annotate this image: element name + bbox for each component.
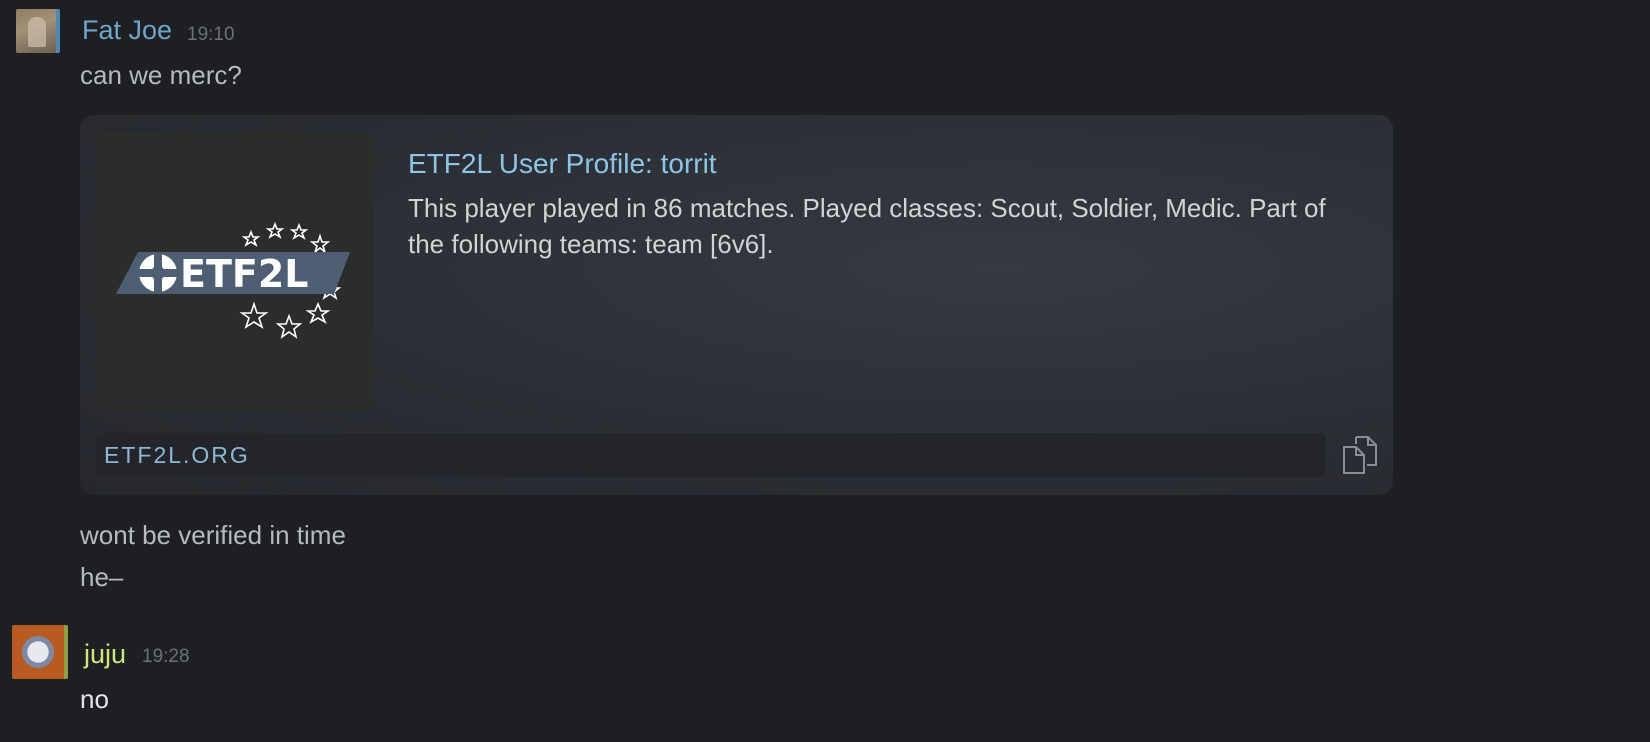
star-icon — [275, 313, 303, 339]
timestamp: 19:28 — [142, 646, 190, 667]
avatar-figure — [28, 17, 46, 47]
timestamp: 19:10 — [187, 24, 235, 45]
star-icon — [239, 301, 269, 329]
copy-icon[interactable] — [1340, 435, 1380, 475]
star-icon — [305, 301, 331, 324]
embed-domain[interactable]: ETF2L.ORG — [104, 442, 250, 469]
embed-thumbnail[interactable]: ETF2L — [96, 132, 374, 410]
star-icon — [265, 221, 285, 239]
message-text: he– — [80, 562, 124, 592]
chat-view: Fat Joe 19:10 can we merc? ETF2L ETF2L U… — [0, 0, 1650, 742]
avatar[interactable] — [12, 625, 68, 679]
star-icon — [309, 233, 331, 255]
message-text: no — [80, 684, 109, 714]
link-embed: ETF2L ETF2L User Profile: torrit This pl… — [80, 115, 1393, 495]
message-text: can we merc? — [80, 60, 242, 90]
username[interactable]: Fat Joe — [82, 15, 172, 46]
star-icon — [289, 222, 309, 240]
message-text: wont be verified in time — [80, 520, 346, 550]
logo-text: ETF2L — [180, 252, 309, 296]
star-icon — [241, 229, 261, 247]
username[interactable]: juju — [84, 639, 126, 670]
embed-title-link[interactable]: ETF2L User Profile: torrit — [408, 148, 717, 180]
avatar[interactable] — [16, 9, 60, 53]
embed-footer: ETF2L.ORG — [96, 433, 1326, 477]
etf2l-logo: ETF2L — [116, 221, 350, 339]
embed-description: This player played in 86 matches. Played… — [408, 193, 1326, 259]
